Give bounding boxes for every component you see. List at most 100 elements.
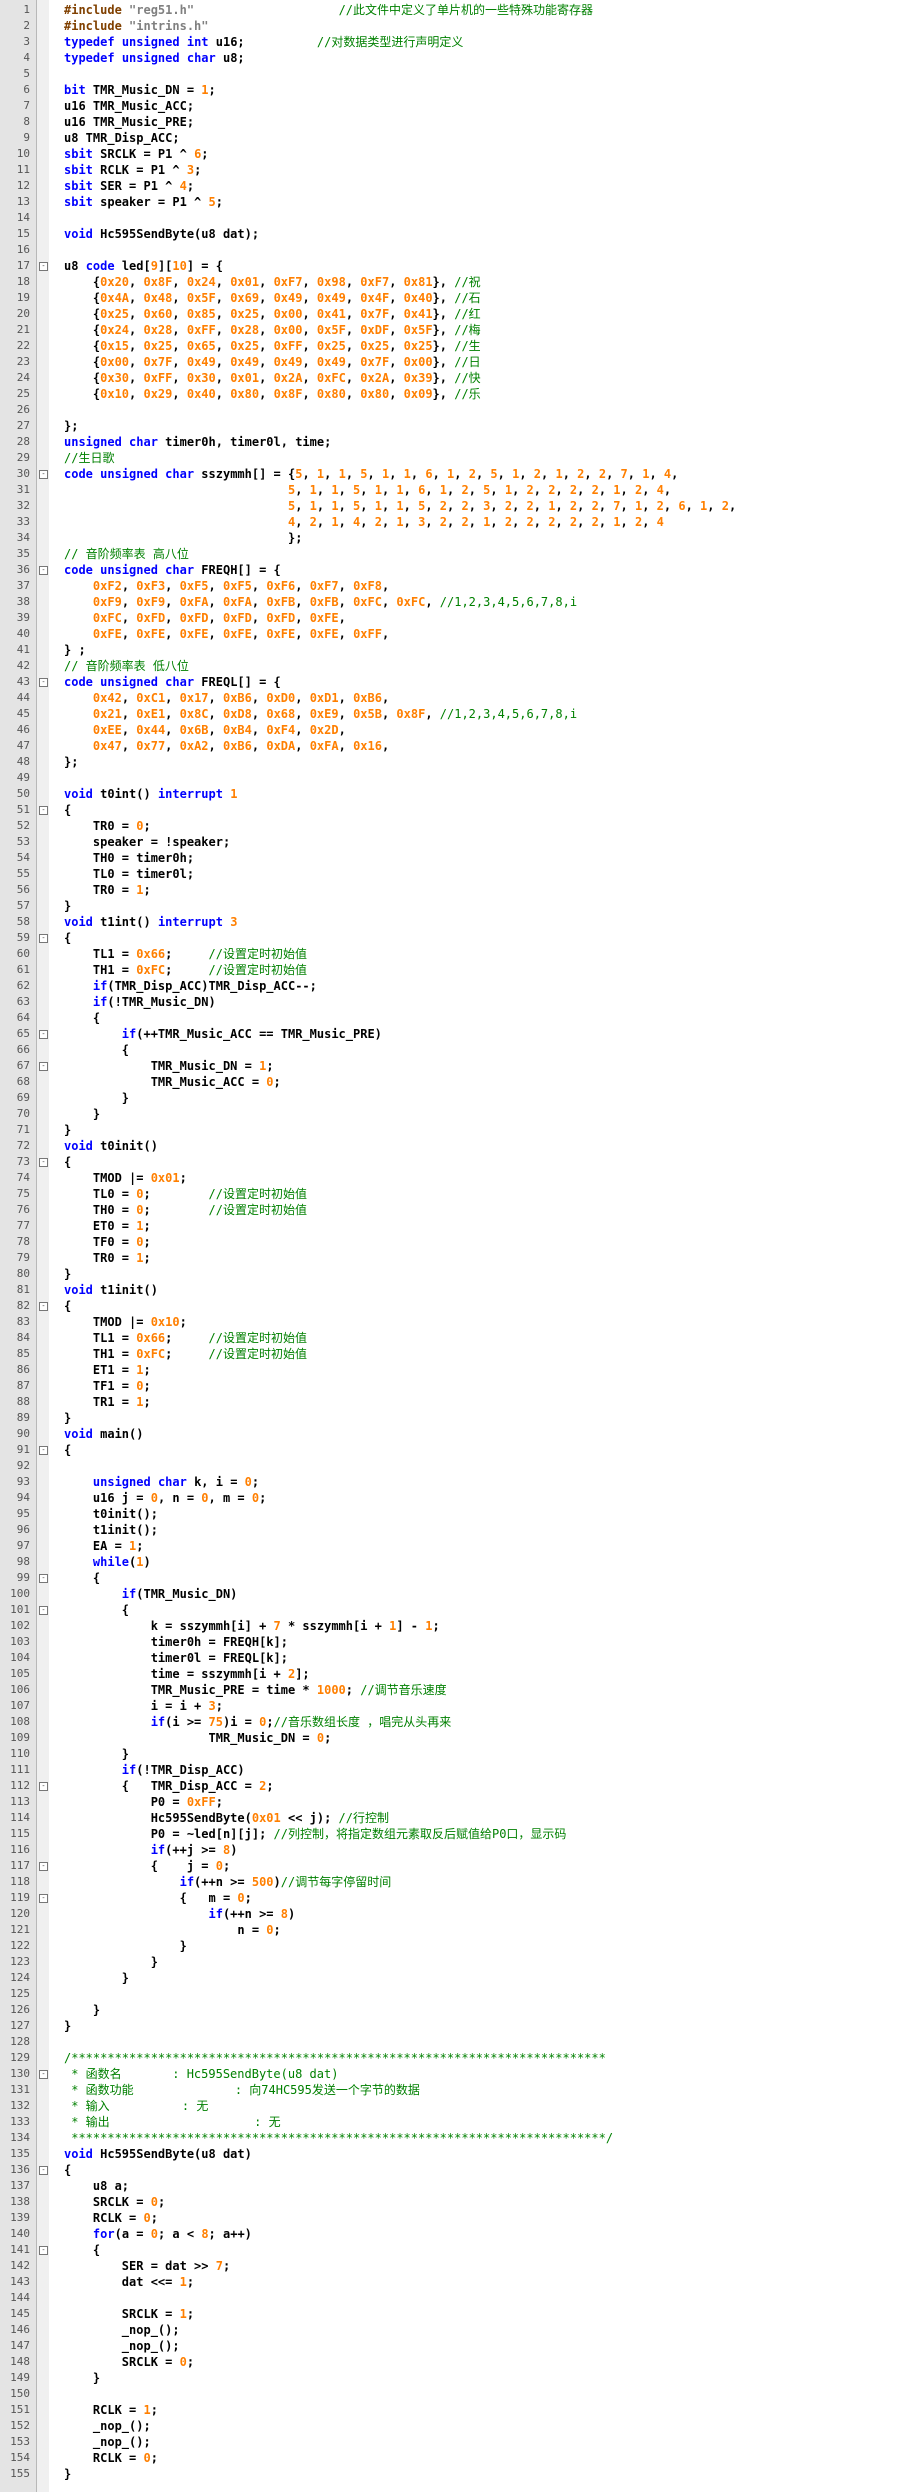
code-line[interactable]: 41} ; (0, 642, 904, 658)
code-line[interactable]: 63 if(!TMR_Music_DN) (0, 994, 904, 1010)
fold-toggle-icon[interactable]: - (39, 1302, 48, 1311)
code-line[interactable]: 66 { (0, 1042, 904, 1058)
code-line[interactable]: 146 _nop_(); (0, 2322, 904, 2338)
fold-toggle-icon[interactable]: - (39, 934, 48, 943)
fold-toggle-icon[interactable]: - (39, 678, 48, 687)
code-line[interactable]: 110 } (0, 1746, 904, 1762)
code-line[interactable]: 103 timer0h = FREQH[k]; (0, 1634, 904, 1650)
code-line[interactable]: 112- { TMR_Disp_ACC = 2; (0, 1778, 904, 1794)
code-line[interactable]: 100 if(TMR_Music_DN) (0, 1586, 904, 1602)
code-line[interactable]: 79 TR0 = 1; (0, 1250, 904, 1266)
code-line[interactable]: 120 if(++n >= 8) (0, 1906, 904, 1922)
fold-toggle-icon[interactable]: - (39, 1574, 48, 1583)
code-line[interactable]: 47 0x47, 0x77, 0xA2, 0xB6, 0xDA, 0xFA, 0… (0, 738, 904, 754)
code-line[interactable]: 76 TH0 = 0; //设置定时初始值 (0, 1202, 904, 1218)
fold-toggle-icon[interactable]: - (39, 1030, 48, 1039)
code-line[interactable]: 22 {0x15, 0x25, 0x65, 0x25, 0xFF, 0x25, … (0, 338, 904, 354)
code-line[interactable]: 6 bit TMR_Music_DN = 1; (0, 82, 904, 98)
code-line[interactable]: 93 unsigned char k, i = 0; (0, 1474, 904, 1490)
code-line[interactable]: 117- { j = 0; (0, 1858, 904, 1874)
code-line[interactable]: 34 }; (0, 530, 904, 546)
code-line[interactable]: 95 t0init(); (0, 1506, 904, 1522)
fold-toggle-icon[interactable]: - (39, 1446, 48, 1455)
code-line[interactable]: 40 0xFE, 0xFE, 0xFE, 0xFE, 0xFE, 0xFE, 0… (0, 626, 904, 642)
code-line[interactable]: 138 SRCLK = 0; (0, 2194, 904, 2210)
code-line[interactable]: 46 0xEE, 0x44, 0x6B, 0xB4, 0xF4, 0x2D, (0, 722, 904, 738)
code-line[interactable]: 25 {0x10, 0x29, 0x40, 0x80, 0x8F, 0x80, … (0, 386, 904, 402)
code-line[interactable]: 84 TL1 = 0x66; //设置定时初始值 (0, 1330, 904, 1346)
fold-toggle-icon[interactable]: - (39, 2070, 48, 2079)
fold-toggle-icon[interactable]: - (39, 806, 48, 815)
code-line[interactable]: 115 P0 = ~led[n][j]; //列控制，将指定数组元素取反后赋值给… (0, 1826, 904, 1842)
fold-toggle-icon[interactable]: - (39, 2166, 48, 2175)
code-line[interactable]: 5 (0, 66, 904, 82)
code-line[interactable]: 127} (0, 2018, 904, 2034)
code-line[interactable]: 75 TL0 = 0; //设置定时初始值 (0, 1186, 904, 1202)
code-line[interactable]: 96 t1init(); (0, 1522, 904, 1538)
code-line[interactable]: 109 TMR_Music_DN = 0; (0, 1730, 904, 1746)
code-line[interactable]: 113 P0 = 0xFF; (0, 1794, 904, 1810)
code-line[interactable]: 142 SER = dat >> 7; (0, 2258, 904, 2274)
code-line[interactable]: 123 } (0, 1954, 904, 1970)
code-line[interactable]: 73- { (0, 1154, 904, 1170)
code-line[interactable]: 43- code unsigned char FREQL[] = { (0, 674, 904, 690)
code-line[interactable]: 48}; (0, 754, 904, 770)
fold-toggle-icon[interactable]: - (39, 1894, 48, 1903)
code-line[interactable]: 17- u8 code led[9][10] = { (0, 258, 904, 274)
code-line[interactable]: 9 u8 TMR_Disp_ACC; (0, 130, 904, 146)
code-line[interactable]: 74 TMOD |= 0x01; (0, 1170, 904, 1186)
code-line[interactable]: 99- { (0, 1570, 904, 1586)
code-line[interactable]: 14 (0, 210, 904, 226)
code-line[interactable]: 72 void t0init() (0, 1138, 904, 1154)
code-line[interactable]: 36- code unsigned char FREQH[] = { (0, 562, 904, 578)
code-line[interactable]: 114 Hc595SendByte(0x01 << j); //行控制 (0, 1810, 904, 1826)
code-line[interactable]: 143 dat <<= 1; (0, 2274, 904, 2290)
code-line[interactable]: 149 } (0, 2370, 904, 2386)
code-line[interactable]: 131 * 函数功能 : 向74HC595发送一个字节的数据 (0, 2082, 904, 2098)
fold-toggle-icon[interactable]: - (39, 1062, 48, 1071)
code-line[interactable]: 51- { (0, 802, 904, 818)
code-line[interactable]: 101- { (0, 1602, 904, 1618)
code-line[interactable]: 53 speaker = !speaker; (0, 834, 904, 850)
code-line[interactable]: 121 n = 0; (0, 1922, 904, 1938)
code-line[interactable]: 124 } (0, 1970, 904, 1986)
code-line[interactable]: 7 u16 TMR_Music_ACC; (0, 98, 904, 114)
code-line[interactable]: 134 ************************************… (0, 2130, 904, 2146)
code-line[interactable]: 64 { (0, 1010, 904, 1026)
code-line[interactable]: 151 RCLK = 1; (0, 2402, 904, 2418)
code-line[interactable]: 128 (0, 2034, 904, 2050)
code-line[interactable]: 136- { (0, 2162, 904, 2178)
code-line[interactable]: 89} (0, 1410, 904, 1426)
code-line[interactable]: 49 (0, 770, 904, 786)
code-line[interactable]: 150 (0, 2386, 904, 2402)
code-line[interactable]: 85 TH1 = 0xFC; //设置定时初始值 (0, 1346, 904, 1362)
code-line[interactable]: 33 4, 2, 1, 4, 2, 1, 3, 2, 2, 1, 2, 2, 2… (0, 514, 904, 530)
code-line[interactable]: 31 5, 1, 1, 5, 1, 1, 6, 1, 2, 5, 1, 2, 2… (0, 482, 904, 498)
code-line[interactable]: 126 } (0, 2002, 904, 2018)
code-line[interactable]: 144 (0, 2290, 904, 2306)
code-line[interactable]: 13 sbit speaker = P1 ^ 5; (0, 194, 904, 210)
code-line[interactable]: 105 time = sszymmh[i + 2]; (0, 1666, 904, 1682)
code-line[interactable]: 78 TF0 = 0; (0, 1234, 904, 1250)
code-line[interactable]: 147 _nop_(); (0, 2338, 904, 2354)
code-line[interactable]: 90 void main() (0, 1426, 904, 1442)
code-line[interactable]: 108 if(i >= 75)i = 0;//音乐数组长度 ，唱完从头再来 (0, 1714, 904, 1730)
code-line[interactable]: 152 _nop_(); (0, 2418, 904, 2434)
code-line[interactable]: 148 SRCLK = 0; (0, 2354, 904, 2370)
code-line[interactable]: 8 u16 TMR_Music_PRE; (0, 114, 904, 130)
code-line[interactable]: 145 SRCLK = 1; (0, 2306, 904, 2322)
code-line[interactable]: 88 TR1 = 1; (0, 1394, 904, 1410)
code-line[interactable]: 77 ET0 = 1; (0, 1218, 904, 1234)
code-line[interactable]: 20 {0x25, 0x60, 0x85, 0x25, 0x00, 0x41, … (0, 306, 904, 322)
code-line[interactable]: 129 /************************************… (0, 2050, 904, 2066)
code-line[interactable]: 42 // 音阶频率表 低八位 (0, 658, 904, 674)
code-line[interactable]: 141- { (0, 2242, 904, 2258)
code-line[interactable]: 15 void Hc595SendByte(u8 dat); (0, 226, 904, 242)
code-line[interactable]: 1 #include "reg51.h" //此文件中定义了单片机的一些特殊功能寄… (0, 2, 904, 18)
code-line[interactable]: 154 RCLK = 0; (0, 2450, 904, 2466)
code-line[interactable]: 122 } (0, 1938, 904, 1954)
code-line[interactable]: 2 #include "intrins.h" (0, 18, 904, 34)
code-line[interactable]: 24 {0x30, 0xFF, 0x30, 0x01, 0x2A, 0xFC, … (0, 370, 904, 386)
code-line[interactable]: 35 // 音阶频率表 高八位 (0, 546, 904, 562)
code-line[interactable]: 3 typedef unsigned int u16; //对数据类型进行声明定义 (0, 34, 904, 50)
